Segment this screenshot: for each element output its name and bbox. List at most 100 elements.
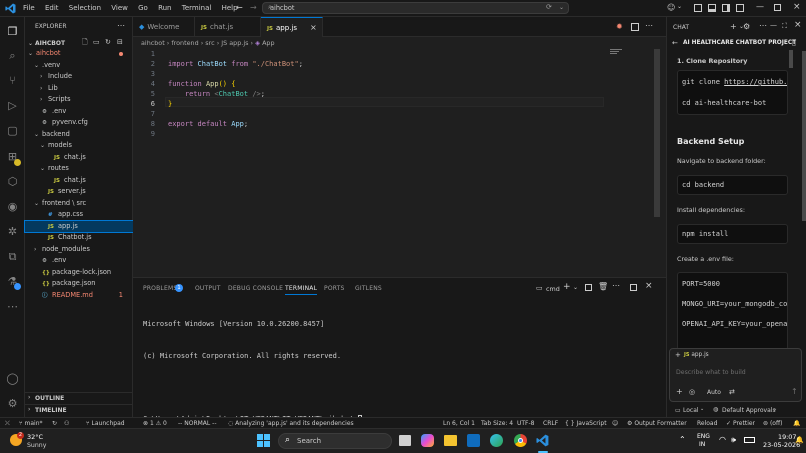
new-terminal-icon[interactable]: + <box>563 282 571 292</box>
tree-item[interactable]: ⌄ aihcbot <box>25 48 133 60</box>
chevron-up-icon[interactable]: ⌃ <box>679 435 686 444</box>
mode-select[interactable]: Auto <box>707 389 721 396</box>
chat-input-placeholder[interactable]: Describe what to build <box>676 369 746 376</box>
tree-item[interactable]: › node_modules <box>25 244 133 256</box>
maximize-panel-icon[interactable] <box>630 284 637 291</box>
run-icon[interactable]: ✹ <box>616 22 623 31</box>
panel-more-icon[interactable]: ⋯ <box>612 281 620 290</box>
breadcrumb-item[interactable]: App <box>262 39 275 47</box>
editor-more-icon[interactable]: ⋯ <box>645 21 653 30</box>
edge-icon[interactable] <box>490 434 503 447</box>
close-panel-icon[interactable]: × <box>645 281 653 291</box>
chat-minimize-icon[interactable]: — <box>770 21 777 29</box>
tree-item[interactable]: ⚙ .env <box>25 106 133 118</box>
copilot-icon[interactable]: ☺ <box>667 3 675 12</box>
remote-explorer-icon[interactable]: ▢ <box>6 124 19 137</box>
code-link[interactable]: https://github.c <box>724 78 787 86</box>
chat-close-icon[interactable]: × <box>794 20 802 30</box>
menu-go[interactable]: Go <box>138 4 148 12</box>
breadcrumb-item[interactable]: frontend <box>171 39 198 47</box>
chat-panel-scrollbar[interactable] <box>802 51 806 221</box>
chevron-down-icon[interactable]: ⌄ <box>700 406 704 412</box>
menu-view[interactable]: View <box>111 4 128 12</box>
file-explorer-icon[interactable] <box>444 435 457 446</box>
tree-item[interactable]: JS app.js <box>24 219 134 233</box>
minimize-icon[interactable]: — <box>756 2 764 11</box>
tab-close-icon[interactable]: × <box>310 18 317 38</box>
tab-terminal[interactable]: TERMINAL <box>285 285 318 295</box>
tab-problems[interactable]: PROBLEMS <box>143 285 177 292</box>
tree-item[interactable]: › Scripts <box>25 94 133 106</box>
copilot-app-icon[interactable] <box>421 434 434 447</box>
chevron-down-icon[interactable]: ⌄ <box>559 4 564 11</box>
chat-settings-icon[interactable]: ⚙ <box>743 22 750 31</box>
gitlens-icon[interactable]: ◉ <box>6 200 19 213</box>
search-icon[interactable]: ⌕ <box>6 49 19 62</box>
split-terminal-icon[interactable] <box>585 284 592 291</box>
tree-item[interactable]: ⌄ frontend \ src <box>25 198 133 210</box>
windows-start-icon[interactable] <box>257 434 270 447</box>
tree-item[interactable]: JS chat.js <box>25 152 133 164</box>
attach-context-icon[interactable]: + <box>675 351 681 359</box>
refresh-icon[interactable]: ↻ <box>105 38 111 46</box>
volume-icon[interactable]: 🕪 <box>731 435 736 445</box>
toggle-sidebar-icon[interactable] <box>694 4 702 12</box>
database-icon[interactable]: ⧉ <box>6 250 19 263</box>
chevron-down-icon[interactable]: ⌄ <box>773 406 777 412</box>
tab-ports[interactable]: PORTS <box>324 285 345 292</box>
context-chip[interactable]: JS app.js <box>684 352 709 358</box>
source-control-icon[interactable]: ⑂ <box>6 74 19 87</box>
tools-icon[interactable]: ◎ <box>689 388 695 396</box>
battery-icon[interactable] <box>744 437 755 443</box>
tree-item[interactable]: ⚙ pyvenv.cfg <box>25 117 133 129</box>
notification-bell-icon[interactable]: 🔔 <box>795 436 804 444</box>
timeline-section[interactable]: › TIMELINE <box>25 404 133 415</box>
tab-debug-console[interactable]: DEBUG CONSOLE <box>228 285 283 292</box>
tree-item[interactable]: › Include <box>25 71 133 83</box>
tree-item[interactable]: › Lib <box>25 83 133 95</box>
split-editor-icon[interactable] <box>631 23 639 31</box>
tree-item[interactable]: ⌄ routes <box>25 163 133 175</box>
menu-terminal[interactable]: Terminal <box>182 4 212 12</box>
model-picker-icon[interactable]: ⇄ <box>729 388 735 396</box>
menu-file[interactable]: File <box>23 4 35 12</box>
clock-time[interactable]: 19:07 <box>778 433 796 441</box>
tree-item[interactable]: ⚙ .env <box>25 255 133 267</box>
send-icon[interactable]: ↑ <box>791 387 798 396</box>
tab-welcome[interactable]: ◆ Welcome <box>133 17 195 37</box>
tree-item[interactable]: # app.css <box>25 209 133 221</box>
tab-chat-js[interactable]: JS chat.js <box>195 17 261 37</box>
more-icon[interactable]: ⋯ <box>6 300 19 313</box>
vscode-taskbar-icon[interactable] <box>536 434 549 447</box>
forward-arrow-icon[interactable]: → <box>250 3 257 12</box>
copilot-chevron-icon[interactable]: ⌄ <box>677 3 682 10</box>
tab-app-js[interactable]: JS app.js × <box>261 17 323 37</box>
breadcrumb-item[interactable]: aihcbot <box>141 39 165 47</box>
code-block-npm[interactable]: npm install <box>677 224 788 244</box>
tree-item[interactable]: JS server.js <box>25 186 133 198</box>
menu-run[interactable]: Run <box>158 4 171 12</box>
maximize-icon[interactable] <box>774 4 781 11</box>
manage-gear-icon[interactable]: ⚙ <box>6 397 19 410</box>
taskbar-search[interactable]: ⌕ Search <box>278 433 392 449</box>
toggle-panel-icon[interactable] <box>708 4 716 12</box>
containers-icon[interactable]: ⬡ <box>6 175 19 188</box>
chat-sessions-icon[interactable]: ▯ <box>792 39 796 47</box>
toggle-secondary-sidebar-icon[interactable] <box>722 4 730 12</box>
chat-input-box[interactable]: + JS app.js Describe what to build + ◎ A… <box>669 348 802 402</box>
chat-maximize-icon[interactable]: ⛶ <box>782 22 787 31</box>
chat-scrollbar[interactable] <box>789 50 793 68</box>
customize-layout-icon[interactable] <box>736 4 744 12</box>
copilot-agents-icon[interactable]: ✲ <box>6 225 19 238</box>
chevron-down-icon[interactable]: ⌄ <box>573 284 578 291</box>
tree-item[interactable]: {} package.json <box>25 278 133 290</box>
account-icon[interactable]: ◯ <box>6 372 19 385</box>
task-view-icon[interactable] <box>399 435 411 446</box>
back-arrow-icon[interactable]: ← <box>236 3 243 12</box>
tree-item[interactable]: ⌄ .venv <box>25 60 133 72</box>
menu-edit[interactable]: Edit <box>45 4 59 12</box>
wifi-icon[interactable]: ◠ <box>719 435 726 444</box>
menu-selection[interactable]: Selection <box>69 4 101 12</box>
local-select[interactable]: Local <box>683 407 699 414</box>
tree-item[interactable]: ⌄ backend <box>25 129 133 141</box>
